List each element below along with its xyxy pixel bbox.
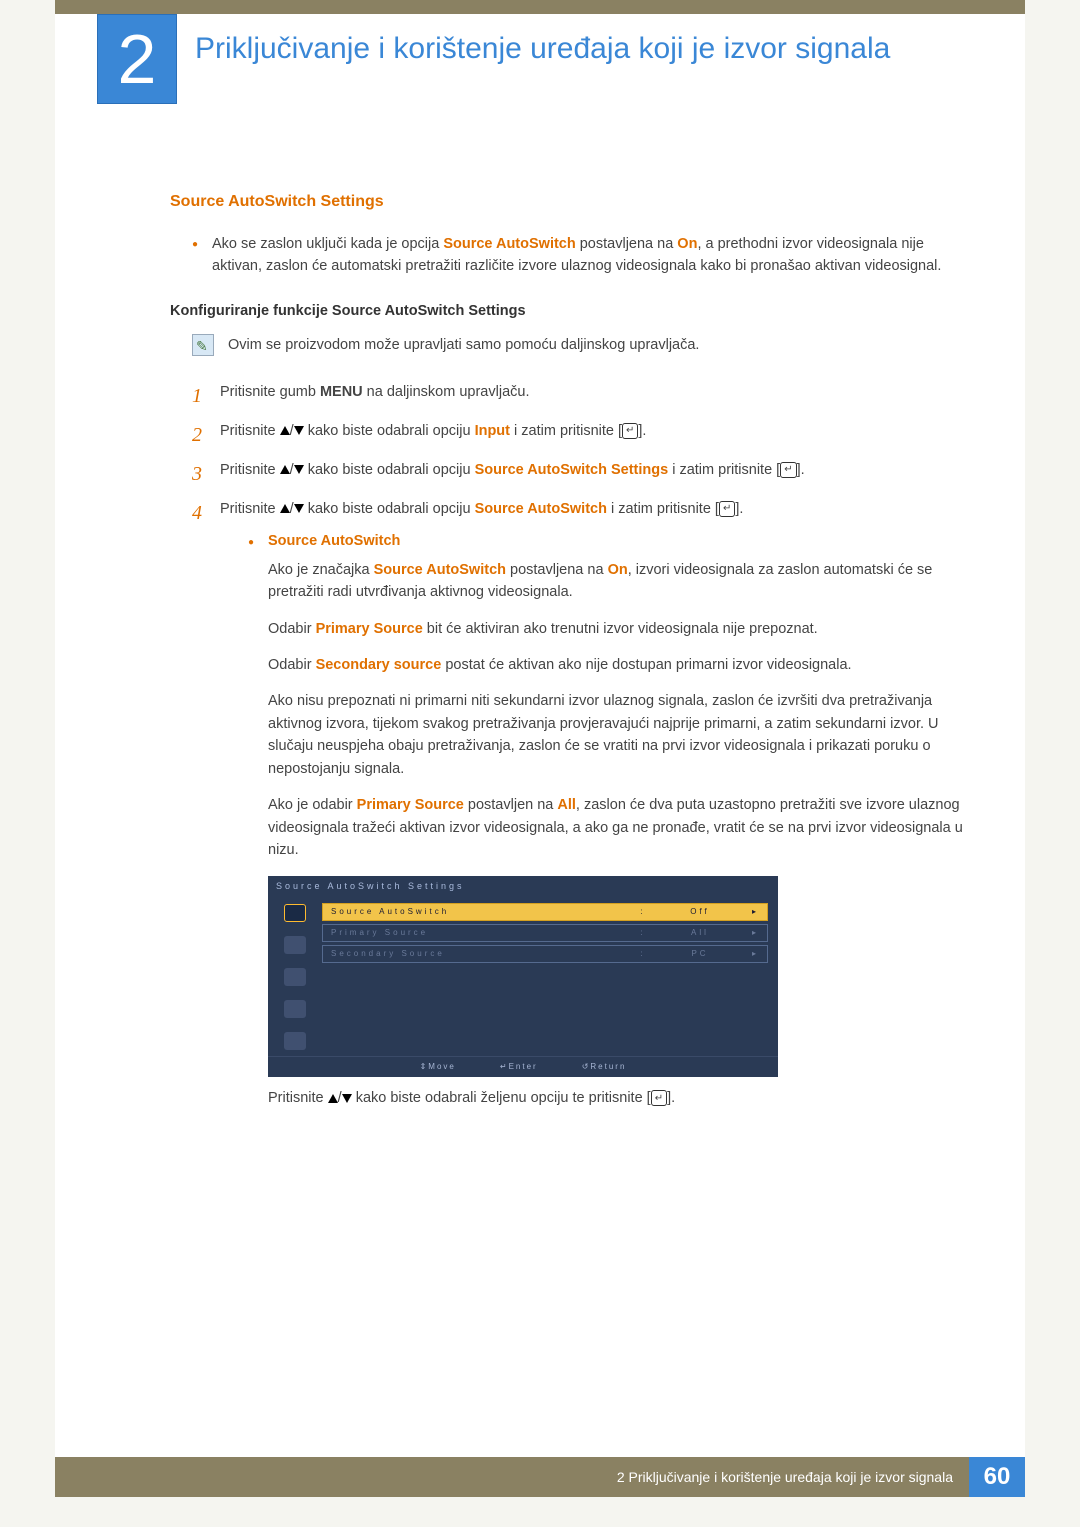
bullet-dot-icon: ● bbox=[248, 531, 268, 551]
osd-row-selected: Source AutoSwitch:Off▸ bbox=[322, 903, 768, 921]
sub-bullet-body: Ako je značajka Source AutoSwitch postav… bbox=[268, 559, 965, 862]
osd-icon bbox=[284, 904, 306, 922]
footer-text: 2 Priključivanje i korištenje uređaja ko… bbox=[55, 1457, 969, 1497]
osd-icon bbox=[284, 1032, 306, 1050]
note-icon bbox=[192, 334, 214, 356]
step-2: 2 Pritisnite / kako biste odabrali opcij… bbox=[192, 420, 965, 451]
step-number: 4 bbox=[192, 498, 220, 1110]
content-area: Source AutoSwitch Settings ● Ako se zasl… bbox=[170, 190, 965, 1118]
config-subheading: Konfiguriranje funkcije Source AutoSwitc… bbox=[170, 300, 965, 322]
down-arrow-icon bbox=[294, 426, 304, 435]
footer-bar: 2 Priključivanje i korištenje uređaja ko… bbox=[55, 1457, 1025, 1497]
step-4: 4 Pritisnite / kako biste odabrali opcij… bbox=[192, 498, 965, 1110]
down-arrow-icon bbox=[294, 504, 304, 513]
page-number: 60 bbox=[969, 1457, 1025, 1497]
osd-row: Secondary Source:PC▸ bbox=[322, 945, 768, 963]
intro-text: Ako se zaslon uključi kada je opcija Sou… bbox=[212, 233, 965, 278]
sub-bullet-title: Source AutoSwitch bbox=[268, 530, 400, 552]
page: 2 Priključivanje i korištenje uređaja ko… bbox=[55, 0, 1025, 1497]
step-body: Pritisnite / kako biste odabrali opciju … bbox=[220, 459, 965, 490]
down-arrow-icon bbox=[342, 1094, 352, 1103]
up-arrow-icon bbox=[280, 426, 290, 435]
osd-content: Source AutoSwitch:Off▸ Primary Source:Al… bbox=[322, 898, 778, 1056]
bullet-dot-icon: ● bbox=[192, 233, 212, 278]
up-arrow-icon bbox=[280, 504, 290, 513]
osd-icon bbox=[284, 1000, 306, 1018]
osd-icon bbox=[284, 936, 306, 954]
enter-icon: ↵ bbox=[780, 462, 796, 478]
step-3: 3 Pritisnite / kako biste odabrali opcij… bbox=[192, 459, 965, 490]
section-heading: Source AutoSwitch Settings bbox=[170, 190, 965, 215]
up-arrow-icon bbox=[280, 465, 290, 474]
enter-icon: ↵ bbox=[651, 1090, 667, 1106]
step-number: 1 bbox=[192, 381, 220, 412]
note-text: Ovim se proizvodom može upravljati samo … bbox=[228, 334, 699, 356]
intro-bullet: ● Ako se zaslon uključi kada je opcija S… bbox=[192, 233, 965, 278]
step-body: Pritisnite / kako biste odabrali opciju … bbox=[220, 420, 965, 451]
after-osd-text: Pritisnite / kako biste odabrali željenu… bbox=[268, 1087, 965, 1109]
osd-row: Primary Source:All▸ bbox=[322, 924, 768, 942]
up-arrow-icon bbox=[328, 1094, 338, 1103]
step-1: 1 Pritisnite gumb MENU na daljinskom upr… bbox=[192, 381, 965, 412]
top-accent-bar bbox=[55, 0, 1025, 14]
note-row: Ovim se proizvodom može upravljati samo … bbox=[192, 334, 965, 356]
osd-icon bbox=[284, 968, 306, 986]
osd-footer: ⇕Move ↵Enter ↺Return bbox=[268, 1056, 778, 1077]
sub-bullet: ● Source AutoSwitch Ako je značajka Sour… bbox=[248, 530, 965, 862]
enter-icon: ↵ bbox=[719, 501, 735, 517]
osd-title: Source AutoSwitch Settings bbox=[268, 876, 778, 898]
step-number: 3 bbox=[192, 459, 220, 490]
osd-panel: Source AutoSwitch Settings bbox=[268, 876, 778, 1077]
enter-icon: ↵ bbox=[622, 423, 638, 439]
chapter-title: Priključivanje i korištenje uređaja koji… bbox=[195, 30, 975, 68]
down-arrow-icon bbox=[294, 465, 304, 474]
steps-list: 1 Pritisnite gumb MENU na daljinskom upr… bbox=[192, 381, 965, 1110]
step-body: Pritisnite gumb MENU na daljinskom uprav… bbox=[220, 381, 965, 412]
osd-icon-column bbox=[268, 898, 322, 1056]
chapter-number-badge: 2 bbox=[97, 14, 177, 104]
step-number: 2 bbox=[192, 420, 220, 451]
step-body: Pritisnite / kako biste odabrali opciju … bbox=[220, 498, 965, 1110]
